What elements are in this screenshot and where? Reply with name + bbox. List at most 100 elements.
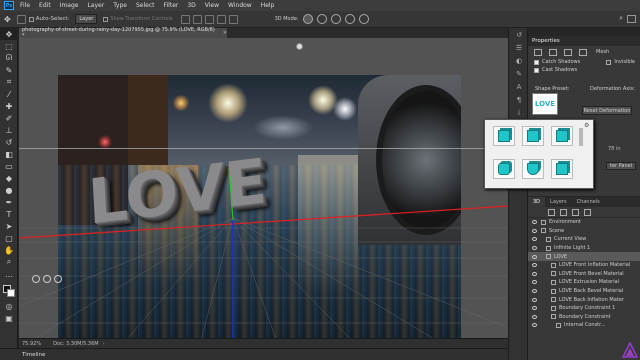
menu-edit[interactable]: Edit	[39, 2, 51, 9]
eye-icon[interactable]	[532, 237, 537, 242]
document-tab[interactable]: photography-of-street-during-rainy-day-1…	[19, 27, 227, 39]
scale-icon[interactable]	[358, 14, 369, 24]
mesh-tab-icon[interactable]	[534, 48, 542, 56]
preset-thumbnail[interactable]	[522, 159, 544, 179]
eye-icon[interactable]	[532, 323, 537, 328]
preset-thumbnail[interactable]	[522, 126, 544, 146]
auto-select-option[interactable]: Auto-Select:	[28, 16, 69, 22]
slide-icon[interactable]	[344, 14, 355, 24]
eye-icon[interactable]	[532, 297, 537, 302]
menu-layer[interactable]: Layer	[87, 2, 104, 9]
marquee-tool-icon[interactable]: ⬚	[0, 40, 18, 52]
quick-select-tool-icon[interactable]: ✎	[0, 64, 18, 76]
menu-view[interactable]: View	[205, 2, 219, 9]
cap-tab-icon[interactable]	[564, 48, 572, 56]
layer-row[interactable]: Internal Constr...	[528, 321, 640, 330]
menu-select[interactable]: Select	[136, 2, 155, 9]
eye-icon[interactable]	[532, 314, 537, 319]
healing-tool-icon[interactable]: ✚	[0, 100, 18, 112]
align-top-icon[interactable]	[180, 14, 190, 24]
crop-tool-icon[interactable]: ⌗	[0, 76, 18, 88]
tab-3d[interactable]: 3D	[528, 197, 546, 207]
search-icon[interactable]: ⌕	[619, 14, 623, 23]
menu-file[interactable]: File	[20, 2, 30, 9]
roll-icon[interactable]	[316, 14, 327, 24]
preset-thumbnail[interactable]	[493, 159, 515, 179]
lasso-tool-icon[interactable]: ᘏ	[0, 52, 18, 64]
menu-window[interactable]: Window	[228, 2, 252, 9]
layer-row[interactable]: LOVE Back Bevel Material	[528, 287, 640, 296]
background-color-swatch[interactable]	[7, 289, 15, 297]
menu-help[interactable]: Help	[261, 2, 275, 9]
eye-icon[interactable]	[532, 254, 537, 259]
preset-thumbnail[interactable]	[551, 126, 573, 146]
pan-icon[interactable]	[330, 14, 341, 24]
filter-scene-icon[interactable]	[548, 208, 555, 216]
properties-icon[interactable]: ☰	[509, 41, 529, 54]
pen-tool-icon[interactable]: ✒	[0, 196, 18, 208]
layer-row[interactable]: Infinite Light 1	[528, 244, 640, 253]
eye-icon[interactable]	[532, 271, 537, 276]
layer-row[interactable]: LOVE Extrusion Material	[528, 278, 640, 287]
shape-preset-picker[interactable]: LOVE	[532, 93, 558, 115]
cast-shadows-checkbox[interactable]	[534, 67, 539, 73]
status-menu-arrow[interactable]: ›	[103, 341, 105, 347]
screen-mode-icon[interactable]: ▣	[0, 312, 18, 324]
eraser-tool-icon[interactable]: ◧	[0, 148, 18, 160]
align-center-icon[interactable]	[228, 14, 238, 24]
shape-tool-icon[interactable]: ▢	[0, 232, 18, 244]
align-bottom-icon[interactable]	[204, 14, 214, 24]
tab-layers[interactable]: Layers	[545, 199, 572, 205]
filter-mesh-icon[interactable]	[560, 208, 567, 216]
eye-icon[interactable]	[532, 246, 537, 251]
layer-row[interactable]: LOVE Back Inflation Mater	[528, 295, 640, 304]
coordinates-tab-icon[interactable]	[579, 48, 587, 56]
workspace-icon[interactable]	[627, 14, 636, 23]
canvas-area[interactable]: LOVE	[19, 38, 508, 338]
show-transform-checkbox[interactable]	[103, 16, 109, 22]
paragraph-icon[interactable]: ¶	[509, 93, 529, 106]
eye-icon[interactable]	[532, 263, 537, 268]
layer-row[interactable]: Scene	[528, 227, 640, 236]
menu-image[interactable]: Image	[60, 2, 79, 9]
eye-icon[interactable]	[532, 220, 537, 225]
eye-icon[interactable]	[532, 228, 537, 233]
blur-tool-icon[interactable]: ◆	[0, 172, 18, 184]
stamp-tool-icon[interactable]: ⊥	[0, 124, 18, 136]
popup-scrollbar[interactable]	[579, 128, 583, 146]
adjustments-icon[interactable]: ◐	[509, 54, 529, 67]
layer-row[interactable]: LOVE	[528, 252, 640, 261]
move-tool-icon[interactable]: ✥	[4, 15, 11, 24]
type-tool-icon[interactable]: T	[0, 208, 18, 220]
tool-preset-icon[interactable]	[16, 14, 26, 24]
eye-icon[interactable]	[532, 306, 537, 311]
path-select-tool-icon[interactable]: ➤	[0, 220, 18, 232]
quick-mask-icon[interactable]: ◎	[0, 300, 18, 312]
invisible-checkbox[interactable]	[606, 59, 612, 65]
layer-row[interactable]: LOVE Front Inflation Material	[528, 261, 640, 270]
hand-tool-icon[interactable]: ✋	[0, 244, 18, 256]
character-icon[interactable]: A	[509, 80, 529, 93]
eye-icon[interactable]	[532, 289, 537, 294]
layer-row[interactable]: Boundary Constraint 1	[528, 304, 640, 313]
more-tools-icon[interactable]: …	[0, 268, 18, 280]
deform-tab-icon[interactable]	[549, 48, 557, 56]
history-brush-tool-icon[interactable]: ↺	[0, 136, 18, 148]
camera-walk-icon[interactable]	[54, 275, 62, 283]
brush-tool-icon[interactable]: ✐	[0, 112, 18, 124]
move-tool-icon[interactable]: ✥	[0, 28, 18, 40]
orbit-icon[interactable]	[302, 14, 313, 24]
timeline-panel[interactable]: Timeline	[0, 348, 508, 360]
layer-row[interactable]: Boundary Constraint	[528, 313, 640, 322]
center-panel-button[interactable]: ter Panel	[606, 162, 636, 170]
info-icon[interactable]: i	[509, 106, 529, 119]
filter-light-icon[interactable]	[584, 208, 591, 216]
preset-thumbnail[interactable]	[493, 126, 515, 146]
camera-orbit-icon[interactable]	[32, 275, 40, 283]
tab-channels[interactable]: Channels	[572, 199, 605, 205]
layer-row[interactable]: Current View	[528, 235, 640, 244]
layer-row[interactable]: LOVE Front Bevel Material	[528, 270, 640, 279]
auto-select-checkbox[interactable]	[28, 16, 34, 22]
preset-thumbnail[interactable]	[551, 159, 573, 179]
zoom-level[interactable]: 75.92%	[22, 341, 41, 347]
